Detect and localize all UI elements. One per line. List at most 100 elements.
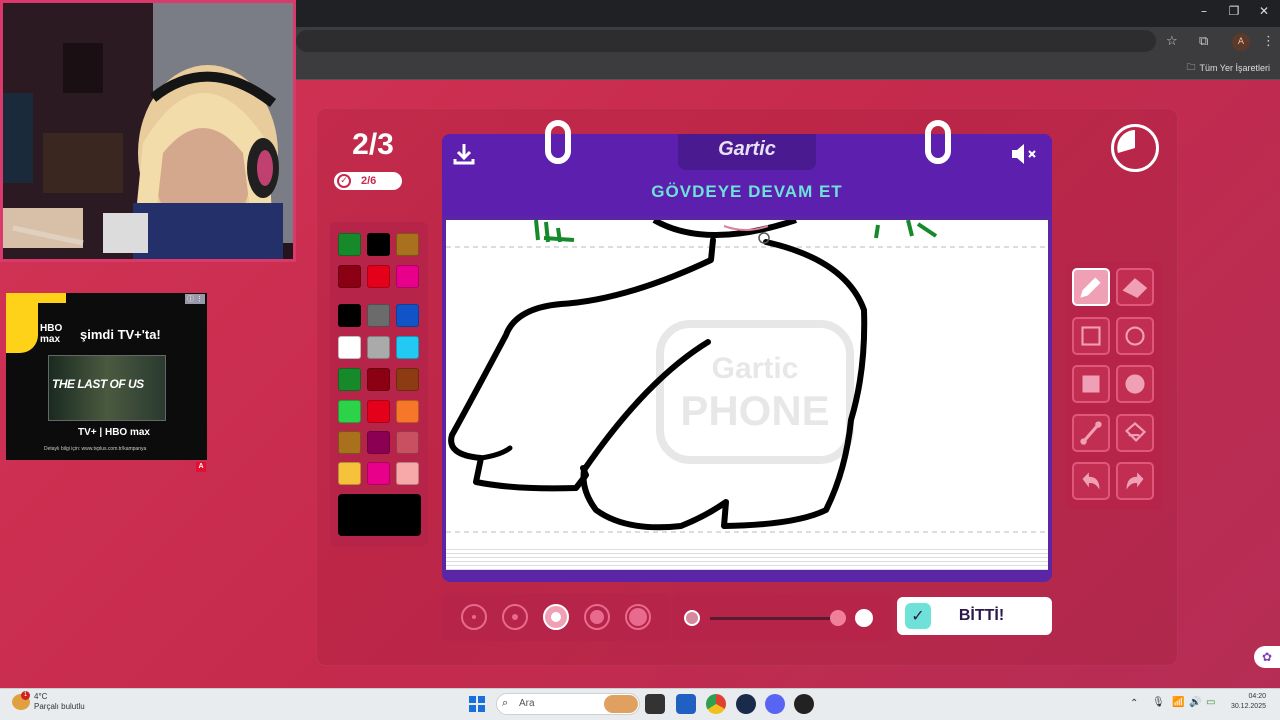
circle-filled-tool-button[interactable] [1116,365,1154,403]
windows-start-icon[interactable] [468,695,486,713]
close-icon[interactable]: ✕ [1254,4,1274,18]
circle-outline-tool-button[interactable] [1116,316,1154,355]
address-bar[interactable] [296,30,1156,52]
players-done-badge: ✓ 2/6 [334,172,402,190]
fill-bucket-tool-button[interactable] [1116,413,1154,452]
color-swatch[interactable] [338,462,361,485]
check-icon: ✓ [337,174,351,188]
notebook-ring [925,120,951,164]
ad-headline: şimdi TV+'ta! [80,327,161,342]
ad-decor [6,293,38,353]
color-swatch[interactable] [396,336,419,359]
steam-icon[interactable] [736,694,756,714]
ad-footer: Detaylı bilgi için: www.tvplus.com.tr/ka… [44,446,147,452]
chevron-up-icon[interactable]: ⌃ [1130,698,1138,709]
notebook-ring [545,120,571,164]
pencil-icon [1080,277,1101,298]
ad-movie-title: THE LAST OF US [52,377,144,391]
weather-alert-badge: 1 [21,691,30,700]
color-swatch[interactable] [396,400,419,423]
color-swatch[interactable] [396,462,419,485]
redo-icon [1126,472,1144,490]
menu-icon[interactable]: ⋮ [1262,34,1275,49]
brush-size-1[interactable] [461,604,487,630]
watermark-bottom: PHONE [680,387,829,434]
task-view-icon[interactable] [645,694,665,714]
wifi-icon[interactable]: 📶 [1172,697,1184,708]
profile-avatar[interactable]: A [1232,33,1250,51]
rectangle-outline-tool-button[interactable] [1072,316,1110,355]
color-swatch[interactable] [396,431,419,454]
chrome-icon[interactable] [706,694,726,714]
store-icon[interactable] [676,694,696,714]
adchoices-icon[interactable]: A [196,462,206,472]
color-swatch[interactable] [338,233,361,256]
done-button[interactable]: ✓ BİTTİ! [897,597,1052,635]
minimize-icon[interactable]: – [1194,4,1214,18]
volume-icon[interactable]: 🔊 [1189,697,1201,708]
restore-icon[interactable]: ❐ [1224,4,1244,18]
color-swatch[interactable] [367,462,390,485]
webcam-overlay [0,0,296,262]
color-swatch[interactable] [367,400,390,423]
brush-size-3[interactable] [543,604,569,630]
color-swatch[interactable] [396,304,419,327]
color-swatch[interactable] [338,400,361,423]
opacity-slider-handle[interactable] [830,610,846,626]
gartic-logo: Gartic [718,138,776,160]
line-icon [1080,420,1102,445]
ad-info-icon[interactable]: ⓘ ⋮ [185,294,205,304]
star-icon[interactable]: ☆ [1166,34,1178,49]
download-icon[interactable] [452,142,476,166]
mute-icon[interactable] [1010,143,1040,165]
color-swatch[interactable] [367,336,390,359]
opacity-slider-track[interactable] [710,617,838,620]
checkmark-icon: ✓ [905,603,931,629]
color-swatch[interactable] [367,304,390,327]
pencil-tool-button[interactable] [1072,268,1110,306]
drawing-canvas[interactable]: Gartic PHONE [446,220,1048,568]
color-swatch[interactable] [396,233,419,256]
round-counter: 2/3 [352,128,394,161]
obs-icon[interactable] [794,694,814,714]
color-swatch[interactable] [338,336,361,359]
brush-dot-icon [472,615,476,619]
color-swatch[interactable] [338,431,361,454]
extensions-icon[interactable]: ⧉ [1199,34,1208,49]
brush-dot-icon [590,610,604,624]
brush-size-2[interactable] [502,604,528,630]
search-icon: ⌕ [502,696,509,709]
color-swatch[interactable] [396,265,419,288]
microphone-icon[interactable]: 🎙 [1152,697,1165,708]
notebook-edge [446,546,1048,570]
color-swatch[interactable] [338,265,361,288]
discord-icon[interactable] [765,694,785,714]
brush-dot-icon [551,612,561,622]
color-swatch[interactable] [338,368,361,391]
advertisement[interactable]: HBO max şimdi TV+'ta! THE LAST OF US TV+… [6,293,207,460]
rectangle-filled-tool-button[interactable] [1072,365,1110,403]
opacity-max-icon [855,609,873,627]
color-swatch[interactable] [367,368,390,391]
color-swatch[interactable] [396,368,419,391]
ad-logos: TV+ | HBO max [78,427,150,438]
brush-size-4[interactable] [584,604,610,630]
search-highlight-icon [604,695,638,713]
color-swatch[interactable] [367,233,390,256]
redo-tool-button[interactable] [1116,462,1154,500]
eraser-tool-button[interactable] [1116,268,1154,306]
timer-icon [1111,124,1159,172]
system-clock[interactable]: 04:20 30.12.2025 [1231,692,1266,712]
extension-float-icon[interactable]: ✿ [1254,646,1280,668]
ad-hbo: HBO max [40,323,63,345]
color-swatch[interactable] [338,304,361,327]
rectangle-outline-icon [1081,325,1101,346]
line-tool-button[interactable] [1072,413,1110,452]
color-swatch[interactable] [367,265,390,288]
color-swatch[interactable] [367,431,390,454]
battery-icon[interactable]: ▭ [1206,697,1215,708]
brush-size-5[interactable] [625,604,651,630]
undo-tool-button[interactable] [1072,462,1110,500]
all-bookmarks[interactable]: 🗀 Tüm Yer İşaretleri [1186,60,1270,76]
weather-widget[interactable]: 4°C Parçalı bulutlu [34,692,85,712]
